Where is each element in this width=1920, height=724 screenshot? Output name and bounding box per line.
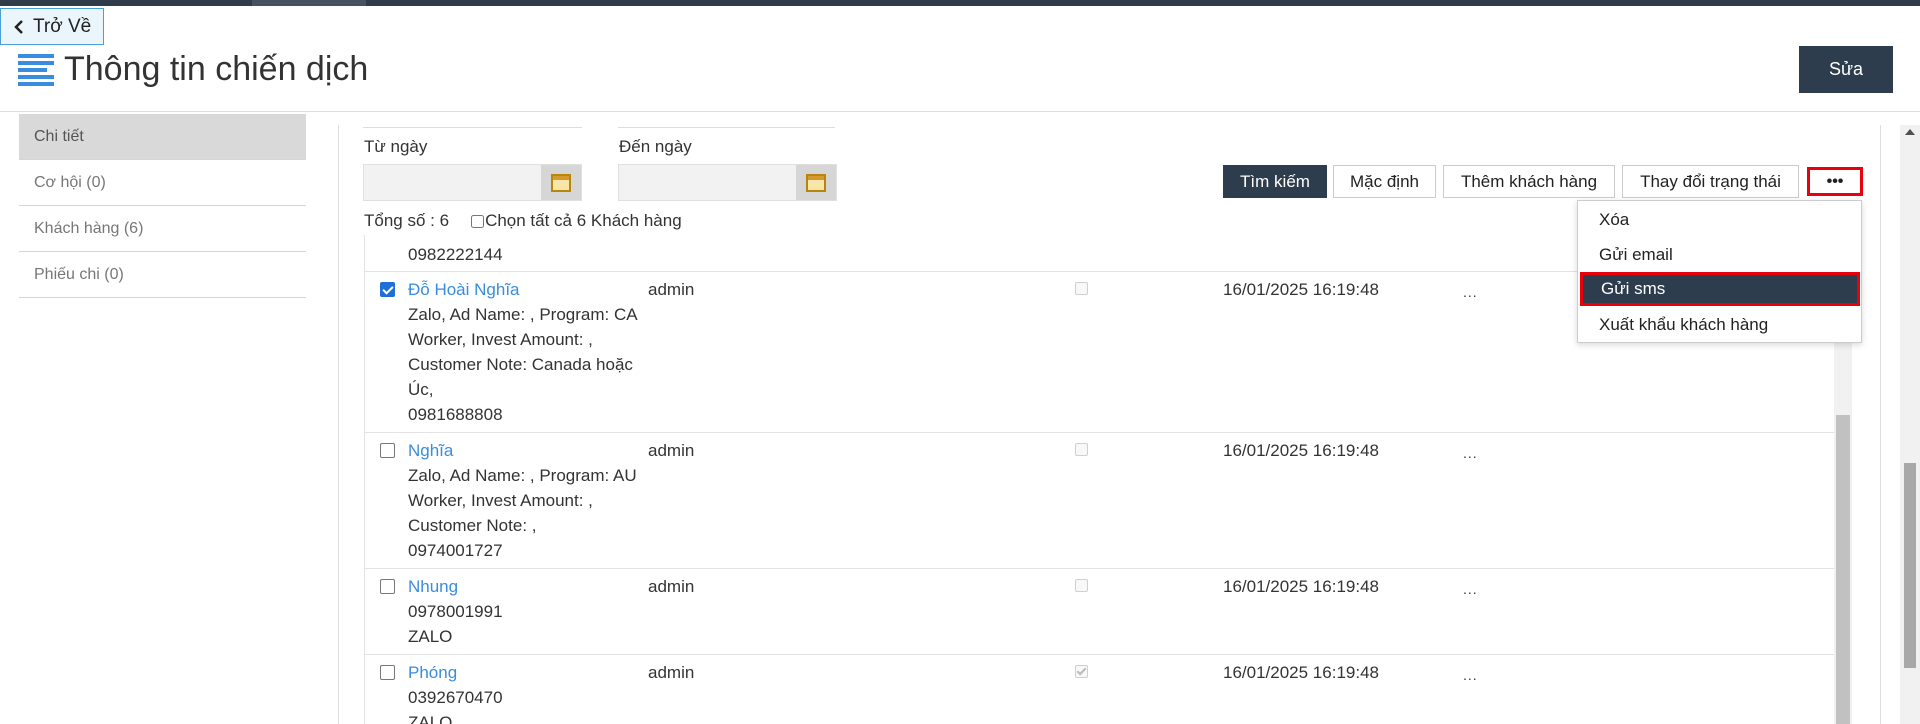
row-checkbox[interactable] — [380, 665, 395, 680]
created-datetime: 16/01/2025 16:19:48 — [1223, 280, 1379, 299]
top-bar-segment — [252, 0, 366, 6]
total-count: Tổng số : 6 — [364, 211, 450, 230]
sidebar-item-details[interactable]: Chi tiết — [19, 114, 306, 160]
top-bar — [0, 0, 1920, 6]
row-more-button[interactable]: ... — [1463, 667, 1478, 683]
table-row: Phóng 0392670470 ZALO admin 16/01/2025 1… — [365, 655, 1834, 724]
customer-detail-line: ZALO — [408, 627, 453, 646]
customer-detail-line: 0978001991 — [408, 602, 503, 621]
from-date-label: Từ ngày — [364, 137, 428, 156]
to-date-input[interactable] — [618, 164, 837, 201]
status-checkbox — [1075, 579, 1088, 592]
owner: admin — [648, 441, 695, 460]
page-title: Thông tin chiến dịch — [64, 50, 369, 88]
menu-item-export-customers[interactable]: Xuất khẩu khách hàng — [1578, 307, 1861, 342]
owner: admin — [648, 280, 695, 299]
from-date-input[interactable] — [363, 164, 582, 201]
customer-info: Phóng 0392670470 ZALO — [408, 660, 503, 724]
back-button-label: Trở Về — [33, 15, 92, 37]
customer-info: Nhung 0978001991 ZALO — [408, 574, 503, 649]
menu-item-send-email[interactable]: Gửi email — [1578, 237, 1861, 272]
table-row: Nghĩa Zalo, Ad Name: , Program: AU Worke… — [365, 433, 1834, 569]
status-checkbox — [1075, 282, 1088, 295]
owner: admin — [648, 663, 695, 682]
edit-button[interactable]: Sửa — [1799, 46, 1893, 93]
from-date-field[interactable] — [364, 165, 541, 200]
scroll-up-arrow-icon[interactable] — [1905, 129, 1915, 135]
summary-bar: Tổng số : 6 Chọn tất cả 6 Khách hàng — [364, 211, 682, 231]
to-date-field[interactable] — [619, 165, 796, 200]
table-row: Nhung 0978001991 ZALO admin 16/01/2025 1… — [365, 569, 1834, 655]
row-checkbox[interactable] — [380, 282, 395, 297]
customer-name-link[interactable]: Nghĩa — [408, 438, 637, 463]
menu-item-delete[interactable]: Xóa — [1578, 202, 1861, 237]
customer-info: Đỗ Hoài Nghĩa Zalo, Ad Name: , Program: … — [408, 277, 638, 427]
created-datetime: 16/01/2025 16:19:48 — [1223, 577, 1379, 596]
customer-info: Nghĩa Zalo, Ad Name: , Program: AU Worke… — [408, 438, 637, 563]
search-button[interactable]: Tìm kiếm — [1223, 165, 1327, 198]
content-right-border — [1880, 125, 1881, 724]
sidebar-item-opportunities[interactable]: Cơ hội (0) — [19, 160, 306, 206]
filter-divider — [363, 127, 582, 128]
default-button[interactable]: Mặc định — [1333, 165, 1436, 198]
row-more-button[interactable]: ... — [1463, 581, 1478, 597]
customer-detail-line: Customer Note: Canada hoặc — [408, 355, 633, 374]
to-date-label: Đến ngày — [619, 137, 692, 156]
change-status-button[interactable]: Thay đổi trạng thái — [1622, 165, 1799, 198]
customer-phone: 0982222144 — [408, 245, 503, 264]
row-checkbox[interactable] — [380, 579, 395, 594]
customer-detail-line: Customer Note: , — [408, 516, 537, 535]
row-more-button[interactable]: ... — [1463, 445, 1478, 461]
customer-detail-line: Zalo, Ad Name: , Program: CA — [408, 305, 638, 324]
customer-detail-line: 0392670470 — [408, 688, 503, 707]
select-all-label: Chọn tất cả 6 Khách hàng — [485, 211, 682, 230]
created-datetime: 16/01/2025 16:19:48 — [1223, 441, 1379, 460]
row-more-button[interactable]: ... — [1463, 284, 1478, 300]
sidebar-item-expense-vouchers[interactable]: Phiếu chi (0) — [19, 252, 306, 298]
page-header: Thông tin chiến dịch — [18, 50, 368, 89]
calendar-icon — [806, 173, 826, 192]
sidebar: Chi tiết Cơ hội (0) Khách hàng (6) Phiếu… — [19, 114, 306, 298]
customer-name-link[interactable]: Nhung — [408, 574, 503, 599]
customer-detail-line: 0974001727 — [408, 541, 503, 560]
status-checkbox — [1075, 665, 1088, 678]
created-datetime: 16/01/2025 16:19:48 — [1223, 663, 1379, 682]
menu-item-send-sms[interactable]: Gửi sms — [1580, 272, 1860, 306]
select-all-checkbox[interactable] — [471, 214, 485, 228]
page-scrollbar[interactable] — [1900, 125, 1920, 724]
row-checkbox[interactable] — [380, 443, 395, 458]
content-left-border — [338, 125, 339, 724]
more-actions-menu: Xóa Gửi email Gửi sms Xuất khẩu khách hà… — [1577, 200, 1862, 343]
calendar-button[interactable] — [541, 165, 581, 200]
customer-name-link[interactable]: Phóng — [408, 660, 503, 685]
customer-name-link[interactable]: Đỗ Hoài Nghĩa — [408, 277, 638, 302]
list-icon — [18, 53, 54, 86]
chevron-left-icon — [14, 19, 23, 34]
filter-divider — [618, 127, 835, 128]
customer-detail-line: Worker, Invest Amount: , — [408, 491, 593, 510]
customer-detail-line: Úc, — [408, 380, 434, 399]
back-button[interactable]: Trở Về — [0, 8, 104, 45]
status-checkbox — [1075, 443, 1088, 456]
select-all-control[interactable]: Chọn tất cả 6 Khách hàng — [471, 211, 682, 231]
owner: admin — [648, 577, 695, 596]
customer-detail-line: Zalo, Ad Name: , Program: AU — [408, 466, 637, 485]
add-customer-button[interactable]: Thêm khách hàng — [1443, 165, 1615, 198]
customer-detail-line: 0981688808 — [408, 405, 503, 424]
customer-detail-line: Worker, Invest Amount: , — [408, 330, 593, 349]
more-actions-button[interactable]: ••• — [1807, 167, 1863, 196]
sidebar-item-customers[interactable]: Khách hàng (6) — [19, 206, 306, 252]
customer-detail-line: ZALO — [408, 713, 453, 724]
table-scrollbar-thumb[interactable] — [1836, 415, 1850, 724]
calendar-button[interactable] — [796, 165, 836, 200]
page-scrollbar-thumb[interactable] — [1904, 463, 1916, 668]
calendar-icon — [551, 173, 571, 192]
header-divider — [0, 111, 1920, 112]
